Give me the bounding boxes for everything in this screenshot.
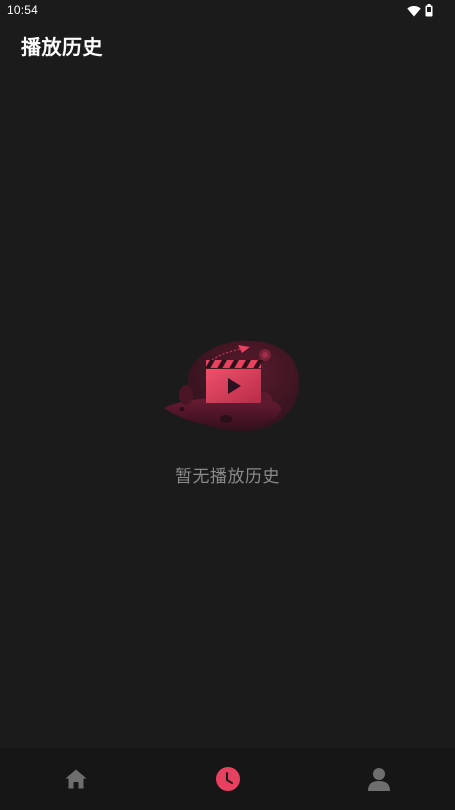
status-icons [407, 2, 433, 21]
status-bar: 10:54 [0, 0, 455, 22]
empty-history-illustration [160, 335, 302, 435]
clock-icon [215, 767, 240, 791]
nav-history-tab[interactable] [152, 748, 304, 810]
wifi-icon [407, 2, 421, 21]
home-icon [65, 769, 87, 789]
empty-history-message: 暂无播放历史 [175, 467, 280, 487]
nav-profile-tab[interactable] [303, 748, 455, 810]
nav-home-tab[interactable] [0, 748, 152, 810]
status-time: 10:54 [7, 3, 39, 17]
battery-icon [425, 2, 433, 21]
bottom-nav [0, 748, 455, 810]
user-icon [367, 767, 391, 791]
app-screen: 10:54 播放历史 暂无播放历史 [0, 0, 455, 810]
page-title: 播放历史 [21, 35, 103, 59]
